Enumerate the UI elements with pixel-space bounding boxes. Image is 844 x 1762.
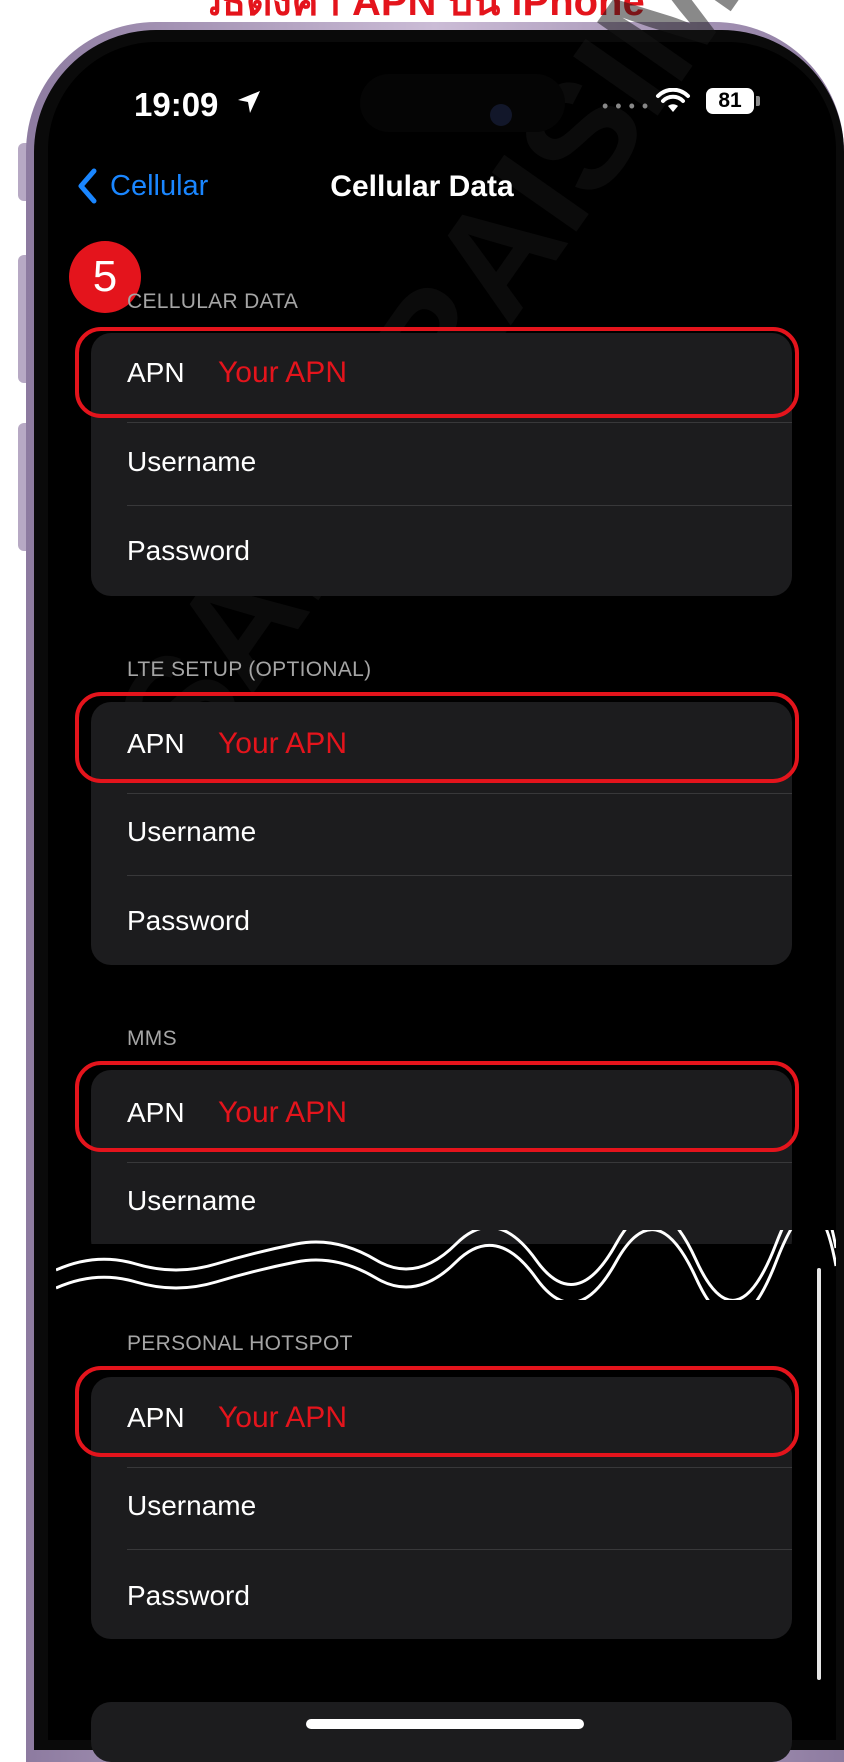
battery-indicator: 81 (706, 88, 754, 114)
hotspot-username-label[interactable]: Username (127, 1490, 256, 1522)
section-header-personal-hotspot: PERSONAL HOTSPOT (127, 1332, 353, 1355)
row-separator (127, 793, 792, 794)
lte-apn-highlight (75, 692, 799, 783)
hotspot-password-label[interactable]: Password (127, 1580, 250, 1612)
section-header-cellular-data: CELLULAR DATA (127, 290, 299, 313)
hotspot-apn-highlight (75, 1366, 799, 1457)
signal-dots-icon: • • • • (602, 96, 650, 116)
mms-apn-highlight (75, 1061, 799, 1152)
battery-tip (756, 96, 760, 106)
scrollbar[interactable] (817, 1268, 821, 1680)
section-header-lte-setup: LTE SETUP (OPTIONAL) (127, 658, 372, 681)
status-time: 19:09 (134, 86, 219, 123)
page-title: Cellular Data (330, 170, 514, 203)
location-arrow-icon (238, 91, 260, 113)
cellular-data-username-label[interactable]: Username (127, 446, 256, 478)
lte-username-label[interactable]: Username (127, 816, 256, 848)
front-camera (490, 104, 512, 126)
mms-username-label[interactable]: Username (127, 1185, 256, 1217)
row-separator (127, 1162, 792, 1163)
home-indicator[interactable] (306, 1719, 584, 1729)
dynamic-island (360, 74, 565, 132)
next-group-partial (91, 1702, 792, 1762)
wifi-icon (656, 88, 690, 112)
section-header-mms: MMS (127, 1027, 177, 1050)
row-separator (127, 1549, 792, 1550)
cellular-data-password-label[interactable]: Password (127, 535, 250, 567)
lte-password-label[interactable]: Password (127, 905, 250, 937)
wave-divider (56, 1230, 836, 1300)
row-separator (127, 422, 792, 423)
row-separator (127, 875, 792, 876)
cellular-data-apn-highlight (75, 327, 799, 418)
row-separator (127, 1467, 792, 1468)
row-separator (127, 505, 792, 506)
